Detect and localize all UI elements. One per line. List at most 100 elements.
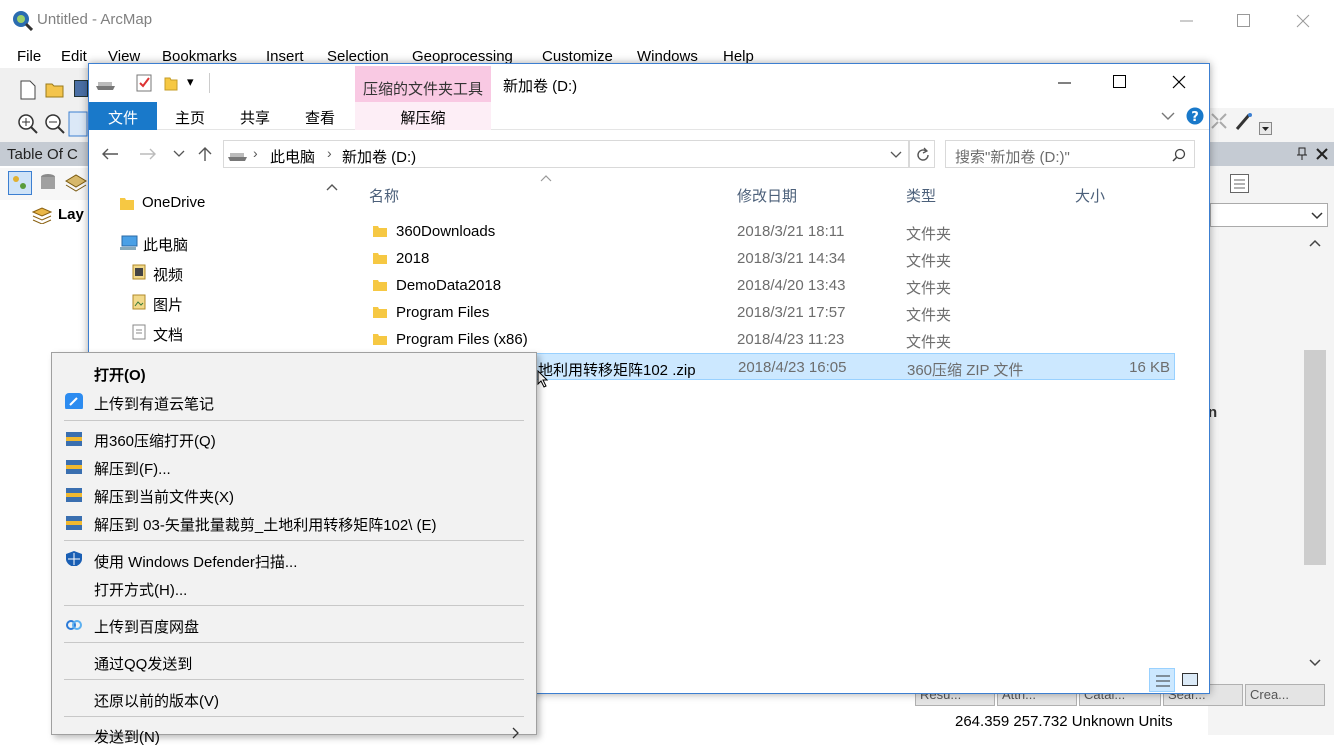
breadcrumb-current[interactable]: 新加卷 (D:) — [342, 146, 416, 167]
archive-360-icon — [66, 460, 82, 474]
address-dropdown-icon[interactable] — [890, 151, 902, 159]
baidu-netdisk-icon — [66, 620, 82, 630]
help-icon[interactable]: ? — [1186, 107, 1204, 125]
arcmap-tools-toolbar — [0, 108, 90, 142]
nav-onedrive[interactable]: OneDrive — [142, 194, 205, 211]
folder-icon — [373, 307, 387, 318]
minimize-icon[interactable] — [1180, 14, 1194, 28]
column-header-date[interactable]: 修改日期 — [737, 185, 797, 206]
tab-create-features[interactable]: Crea... — [1245, 684, 1325, 706]
column-header-type[interactable]: 类型 — [906, 185, 936, 206]
list-by-drawing-order-icon[interactable] — [8, 171, 32, 195]
mouse-cursor-icon — [537, 370, 549, 388]
file-row[interactable]: 360Downloads 2018/3/21 18:11 文件夹 — [365, 218, 1175, 245]
scroll-down-icon[interactable] — [1309, 658, 1321, 668]
back-arrow-icon[interactable] — [101, 147, 119, 161]
layers-icon — [32, 207, 52, 224]
menu-item-extract-to-folder[interactable]: 解压到 03-矢量批量裁剪_土地利用转移矩阵102\ (E) — [94, 514, 437, 535]
file-row[interactable]: Program Files 2018/3/21 17:57 文件夹 — [365, 299, 1175, 326]
pin-icon[interactable] — [1296, 147, 1308, 161]
forward-arrow-icon[interactable] — [139, 147, 157, 161]
archive-360-icon — [66, 516, 82, 530]
menu-item-defender-scan[interactable]: 使用 Windows Defender扫描... — [94, 551, 297, 572]
submenu-arrow-icon — [512, 727, 519, 739]
save-icon[interactable] — [74, 80, 88, 98]
zoom-out-icon[interactable] — [44, 113, 66, 135]
menu-item-upload-youdao[interactable]: 上传到有道云笔记 — [94, 393, 214, 414]
open-folder-icon[interactable] — [45, 80, 65, 98]
nav-documents[interactable]: 文档 — [153, 324, 183, 345]
table-options-icon[interactable] — [1230, 174, 1250, 194]
ribbon-expand-icon[interactable] — [1161, 111, 1175, 121]
address-drive-icon — [228, 153, 247, 161]
arcmap-title-bar: Untitled - ArcMap — [0, 0, 1334, 42]
tab-home[interactable]: 主页 — [161, 102, 219, 130]
menu-item-send-to[interactable]: 发送到(N) — [94, 726, 160, 747]
menu-item-open-360[interactable]: 用360压缩打开(Q) — [94, 430, 216, 451]
up-arrow-icon[interactable] — [197, 146, 213, 162]
menu-file[interactable]: File — [17, 48, 41, 65]
windows-defender-shield-icon — [66, 551, 82, 566]
details-view-button[interactable] — [1149, 668, 1175, 692]
file-date: 2018/3/21 17:57 — [737, 304, 846, 321]
large-icons-view-button[interactable] — [1178, 668, 1202, 692]
toolbar-overflow-icon[interactable] — [1259, 122, 1273, 136]
youdao-note-icon — [65, 393, 83, 409]
properties-check-icon[interactable] — [136, 74, 154, 92]
arcmap-standard-toolbar — [0, 68, 90, 108]
file-row[interactable]: 2018 2018/3/21 14:34 文件夹 — [365, 245, 1175, 272]
nav-scroll-up-icon[interactable] — [326, 183, 338, 193]
nav-this-pc[interactable]: 此电脑 — [143, 234, 188, 255]
menu-item-send-qq[interactable]: 通过QQ发送到 — [94, 653, 192, 674]
explorer-close-icon[interactable] — [1172, 75, 1186, 89]
resize-icon[interactable] — [1210, 112, 1228, 132]
nav-videos[interactable]: 视频 — [153, 264, 183, 285]
file-name: Program Files (x86) — [396, 331, 528, 348]
recent-locations-icon[interactable] — [173, 150, 185, 158]
toc-layers-label[interactable]: Lay — [58, 206, 84, 223]
menu-item-extract-to[interactable]: 解压到(F)... — [94, 458, 171, 479]
new-document-icon[interactable] — [20, 80, 36, 100]
file-name: 360Downloads — [396, 223, 496, 240]
new-folder-icon[interactable] — [164, 75, 178, 91]
maximize-icon[interactable] — [1237, 14, 1251, 28]
dock-close-icon[interactable] — [1316, 148, 1328, 160]
menu-item-extract-here[interactable]: 解压到当前文件夹(X) — [94, 486, 234, 507]
menu-item-restore-versions[interactable]: 还原以前的版本(V) — [94, 690, 219, 711]
menu-item-upload-baidu[interactable]: 上传到百度网盘 — [94, 616, 199, 637]
explorer-maximize-icon[interactable] — [1113, 75, 1127, 89]
right-dock-header — [1208, 142, 1334, 166]
tab-share[interactable]: 共享 — [226, 102, 284, 130]
right-panel-scrollbar-thumb[interactable] — [1304, 350, 1326, 565]
breadcrumb-this-pc[interactable]: 此电脑 — [270, 146, 315, 167]
tab-extract[interactable]: 解压缩 — [355, 102, 491, 130]
menu-separator — [64, 716, 524, 717]
explorer-minimize-icon[interactable] — [1058, 76, 1072, 90]
file-row[interactable]: Program Files (x86) 2018/4/23 11:23 文件夹 — [365, 326, 1175, 353]
search-input[interactable]: 搜索"新加卷 (D:)" — [945, 140, 1195, 168]
edit-pen-icon[interactable] — [1234, 112, 1254, 132]
right-panel-dropdown[interactable] — [1210, 203, 1328, 227]
status-coordinates: 264.359 257.732 Unknown Units — [955, 713, 1173, 730]
scroll-up-icon[interactable] — [1309, 238, 1321, 248]
menu-item-open[interactable]: 打开(O) — [94, 364, 146, 385]
tab-view[interactable]: 查看 — [291, 102, 349, 130]
pan-icon[interactable] — [68, 111, 88, 137]
menu-item-open-with[interactable]: 打开方式(H)... — [94, 579, 187, 600]
column-header-size[interactable]: 大小 — [1075, 185, 1105, 206]
file-row[interactable]: DemoData2018 2018/4/20 13:43 文件夹 — [365, 272, 1175, 299]
list-by-visibility-icon[interactable] — [65, 173, 87, 193]
close-icon[interactable] — [1296, 14, 1310, 28]
qat-dropdown-icon[interactable]: ▾ — [187, 74, 194, 90]
address-bar[interactable]: › 此电脑 › 新加卷 (D:) — [223, 140, 909, 168]
nav-pictures[interactable]: 图片 — [153, 294, 183, 315]
refresh-button[interactable] — [909, 140, 935, 168]
file-date: 2018/4/20 13:43 — [737, 277, 846, 294]
search-icon[interactable] — [1172, 148, 1186, 162]
menu-edit[interactable]: Edit — [61, 48, 87, 65]
list-by-source-icon[interactable] — [40, 173, 56, 193]
file-date: 2018/4/23 11:23 — [737, 331, 845, 348]
zoom-in-icon[interactable] — [17, 113, 39, 135]
column-header-name[interactable]: 名称 — [369, 185, 399, 206]
tab-file[interactable]: 文件 — [89, 102, 157, 130]
